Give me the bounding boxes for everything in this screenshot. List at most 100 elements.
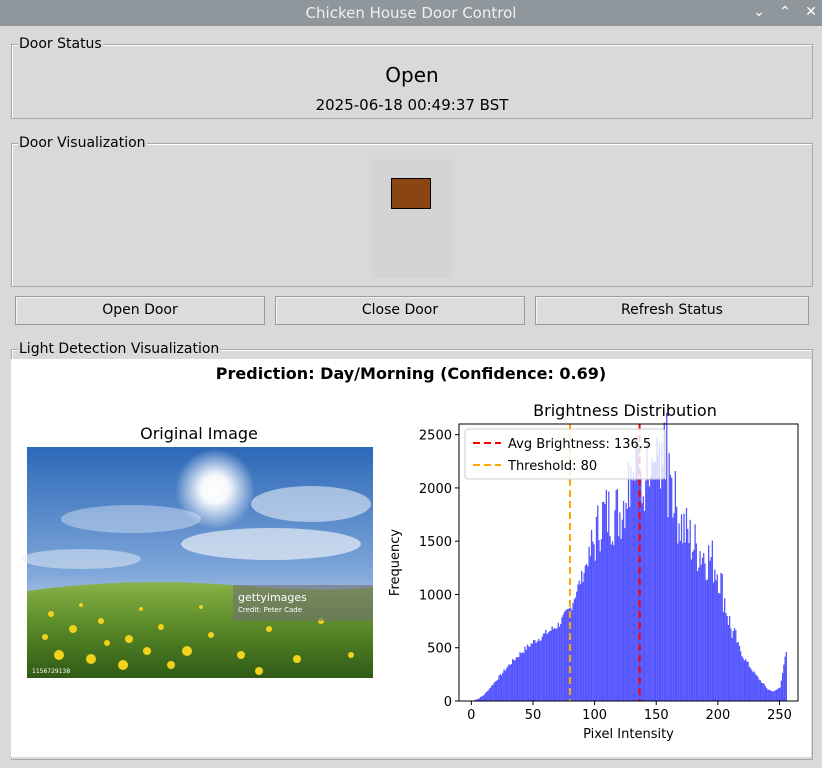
- histogram-bar: [621, 519, 624, 701]
- x-tick-label: 250: [767, 708, 792, 723]
- histogram-bar: [746, 661, 748, 701]
- histogram-bar: [724, 598, 726, 701]
- histogram-bar: [510, 664, 513, 701]
- x-axis-label: Pixel Intensity: [583, 727, 674, 742]
- histogram-bar: [662, 465, 664, 701]
- histogram-bar: [567, 608, 569, 701]
- histogram-bar: [508, 664, 510, 701]
- histogram-bar: [754, 674, 757, 701]
- histogram-bar: [582, 581, 584, 701]
- histogram-bar: [614, 510, 616, 701]
- histogram-bar: [484, 692, 487, 701]
- histogram-bar: [699, 551, 701, 701]
- histogram-bar: [491, 685, 493, 701]
- histogram-bar: [604, 504, 606, 701]
- histogram-bar: [495, 680, 498, 701]
- histogram-bar: [492, 685, 494, 701]
- histogram-bar: [689, 519, 691, 701]
- light-detection-figure: Prediction: Day/Morning (Confidence: 0.6…: [11, 359, 811, 757]
- histogram-bar: [722, 612, 725, 701]
- histogram-bar: [736, 642, 738, 701]
- histogram-bar: [647, 479, 649, 701]
- histogram-bar: [741, 656, 743, 701]
- histogram-bar: [690, 559, 693, 701]
- histogram-bar: [756, 675, 758, 701]
- histogram-bar: [562, 614, 564, 701]
- y-tick-label: 1500: [419, 535, 452, 550]
- open-door-button[interactable]: Open Door: [15, 296, 265, 325]
- minimize-icon[interactable]: ⌄: [750, 3, 768, 21]
- y-tick-label: 2500: [419, 429, 452, 444]
- histogram-bar: [659, 488, 662, 701]
- histogram-bar: [555, 628, 557, 701]
- histogram-bar: [704, 563, 706, 701]
- histogram-bar: [546, 634, 548, 701]
- histogram-bar: [483, 694, 485, 701]
- histogram-bar: [684, 542, 686, 701]
- histogram-bar: [489, 687, 492, 701]
- legend-label: Threshold: 80: [507, 459, 597, 474]
- histogram-bar: [641, 503, 643, 701]
- refresh-status-button[interactable]: Refresh Status: [535, 296, 809, 325]
- histogram-bar: [716, 574, 718, 701]
- histogram-bar: [763, 684, 765, 701]
- histogram-bar: [709, 560, 711, 701]
- histogram-bar: [556, 628, 558, 701]
- histogram-bar: [560, 623, 562, 701]
- histogram-bar: [605, 489, 607, 701]
- histogram-bar: [664, 479, 667, 701]
- histogram-bar: [720, 572, 722, 701]
- x-tick-label: 150: [644, 708, 669, 723]
- histogram-bar: [631, 480, 633, 701]
- histogram-bar: [715, 580, 717, 701]
- door-status-frame: Door Status Open 2025-06-18 00:49:37 BST: [11, 36, 813, 119]
- histogram-bar: [599, 551, 601, 701]
- histogram-bar: [749, 668, 752, 701]
- histogram-bar: [726, 616, 728, 701]
- histogram-title: Brightness Distribution: [533, 401, 717, 420]
- histogram-bar: [757, 676, 759, 701]
- histogram-bar: [625, 503, 627, 701]
- histogram-bar: [523, 652, 525, 701]
- histogram-bar: [547, 632, 550, 701]
- histogram-bar: [576, 591, 578, 701]
- histogram-bar: [765, 688, 768, 701]
- histogram-bar: [777, 688, 779, 701]
- histogram-bar: [535, 642, 537, 701]
- histogram-bar: [525, 649, 527, 701]
- close-door-button[interactable]: Close Door: [275, 296, 525, 325]
- histogram-bar: [650, 475, 652, 701]
- histogram-bar: [587, 566, 589, 701]
- histogram-bar: [652, 462, 654, 701]
- histogram-bar: [539, 640, 541, 701]
- histogram-bar: [737, 641, 739, 701]
- histogram-bar: [688, 543, 690, 701]
- histogram-bar: [609, 535, 611, 701]
- histogram-bar: [691, 551, 694, 701]
- histogram-bar: [573, 599, 575, 701]
- histogram-bar: [772, 691, 774, 701]
- histogram-bar: [646, 441, 648, 701]
- histogram-bar: [687, 528, 689, 701]
- histogram-bar: [520, 653, 522, 701]
- histogram-bar: [693, 549, 695, 701]
- maximize-icon[interactable]: ⌃: [776, 3, 794, 21]
- close-icon[interactable]: ✕: [802, 3, 820, 21]
- histogram-bar: [515, 657, 518, 701]
- histogram-bar: [601, 501, 604, 701]
- histogram-bar: [526, 644, 529, 701]
- histogram-bar: [698, 567, 700, 701]
- histogram-bar: [498, 675, 500, 701]
- histogram-bar: [592, 541, 594, 701]
- histogram-bar: [740, 651, 742, 701]
- histogram-bar: [613, 545, 615, 701]
- histogram-bar: [701, 557, 704, 701]
- door-status-legend: Door Status: [18, 36, 103, 52]
- histogram-bar: [648, 486, 651, 701]
- histogram-bar: [645, 480, 647, 701]
- histogram-bar: [747, 661, 749, 701]
- histogram-bar: [705, 580, 707, 701]
- histogram-bar: [569, 607, 572, 701]
- histogram-bar: [710, 557, 712, 701]
- histogram-bar: [666, 412, 668, 701]
